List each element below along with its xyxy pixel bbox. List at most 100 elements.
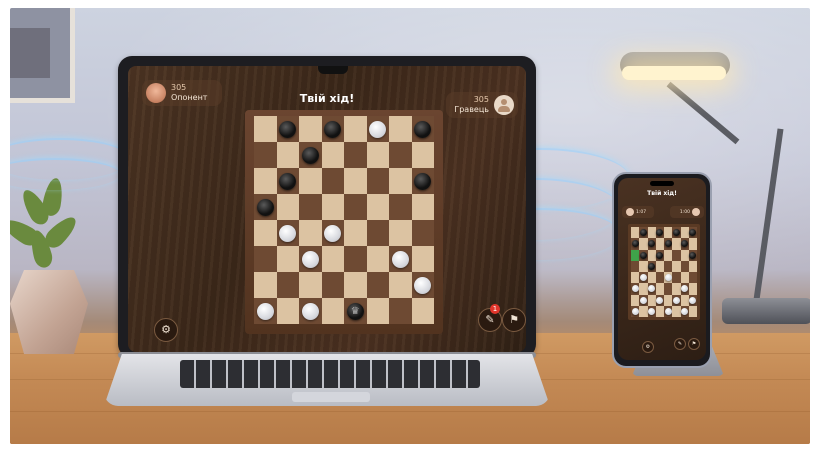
board-square[interactable] bbox=[664, 283, 673, 295]
white-piece[interactable] bbox=[639, 296, 647, 304]
black-piece[interactable] bbox=[301, 146, 319, 164]
board-square[interactable] bbox=[631, 283, 640, 295]
board-square[interactable] bbox=[411, 298, 434, 324]
board-square[interactable] bbox=[344, 142, 367, 168]
board-square[interactable] bbox=[647, 294, 656, 306]
black-piece[interactable] bbox=[631, 240, 639, 248]
settings-button[interactable]: ⚙ bbox=[154, 318, 178, 342]
board-square[interactable] bbox=[655, 249, 664, 261]
white-piece[interactable] bbox=[672, 296, 680, 304]
board-square[interactable] bbox=[389, 298, 412, 324]
board-square[interactable] bbox=[680, 272, 689, 284]
white-piece[interactable] bbox=[648, 285, 656, 293]
white-piece[interactable] bbox=[391, 250, 409, 268]
board-square[interactable] bbox=[254, 194, 277, 220]
board-square[interactable] bbox=[366, 220, 389, 246]
board-square[interactable] bbox=[647, 227, 656, 239]
white-piece[interactable] bbox=[639, 274, 647, 282]
board-square[interactable] bbox=[411, 168, 434, 194]
black-piece[interactable] bbox=[414, 120, 432, 138]
board-square[interactable] bbox=[389, 272, 412, 298]
board-square[interactable] bbox=[680, 305, 689, 317]
board-square[interactable] bbox=[299, 246, 322, 272]
black-piece[interactable] bbox=[256, 198, 274, 216]
black-piece[interactable] bbox=[656, 251, 664, 259]
board-square[interactable] bbox=[688, 238, 697, 250]
board-square[interactable] bbox=[344, 116, 367, 142]
board-square[interactable] bbox=[254, 246, 277, 272]
phone-settings-button[interactable]: ⚙ bbox=[642, 341, 654, 353]
board-square[interactable] bbox=[647, 260, 656, 272]
board-square[interactable] bbox=[688, 249, 697, 261]
board-square[interactable] bbox=[639, 260, 648, 272]
board-square[interactable] bbox=[254, 298, 277, 324]
board-square[interactable] bbox=[688, 272, 697, 284]
board-square[interactable] bbox=[299, 142, 322, 168]
board-square[interactable] bbox=[276, 220, 299, 246]
board-square[interactable] bbox=[631, 260, 640, 272]
board-square[interactable] bbox=[299, 168, 322, 194]
white-piece[interactable] bbox=[689, 296, 697, 304]
board-square[interactable] bbox=[631, 238, 640, 250]
board-square[interactable] bbox=[639, 294, 648, 306]
board-square[interactable] bbox=[655, 305, 664, 317]
phone-resign-button[interactable]: ⚑ bbox=[688, 338, 700, 350]
white-piece[interactable] bbox=[301, 302, 319, 320]
board-square[interactable] bbox=[321, 194, 344, 220]
board-square[interactable] bbox=[664, 249, 673, 261]
board-square[interactable] bbox=[631, 227, 640, 239]
board-square[interactable] bbox=[389, 168, 412, 194]
board-square[interactable] bbox=[664, 272, 673, 284]
board-square[interactable] bbox=[647, 283, 656, 295]
board-square[interactable] bbox=[672, 238, 681, 250]
board-square[interactable] bbox=[688, 260, 697, 272]
board-square[interactable] bbox=[688, 227, 697, 239]
white-piece[interactable] bbox=[301, 250, 319, 268]
board-square[interactable] bbox=[631, 249, 640, 261]
board-square[interactable] bbox=[655, 283, 664, 295]
black-king-piece[interactable] bbox=[346, 302, 364, 320]
board-square[interactable] bbox=[254, 142, 277, 168]
board-square[interactable] bbox=[366, 246, 389, 272]
black-piece[interactable] bbox=[639, 251, 647, 259]
board-square[interactable] bbox=[366, 142, 389, 168]
board-square[interactable] bbox=[321, 272, 344, 298]
board-square[interactable] bbox=[344, 298, 367, 324]
board-square[interactable] bbox=[672, 249, 681, 261]
board-square[interactable] bbox=[631, 294, 640, 306]
board-square[interactable] bbox=[321, 168, 344, 194]
board-square[interactable] bbox=[344, 246, 367, 272]
board-square[interactable] bbox=[672, 272, 681, 284]
board-square[interactable] bbox=[299, 272, 322, 298]
board-square[interactable] bbox=[639, 283, 648, 295]
board-square[interactable] bbox=[680, 249, 689, 261]
white-piece[interactable] bbox=[664, 307, 672, 315]
board-square[interactable] bbox=[655, 260, 664, 272]
board-square[interactable] bbox=[276, 168, 299, 194]
board-square[interactable] bbox=[672, 305, 681, 317]
board-square[interactable] bbox=[639, 305, 648, 317]
board-square[interactable] bbox=[411, 246, 434, 272]
board-square[interactable] bbox=[344, 220, 367, 246]
white-piece[interactable] bbox=[414, 276, 432, 294]
board-square[interactable] bbox=[321, 220, 344, 246]
board-square[interactable] bbox=[299, 194, 322, 220]
board-square[interactable] bbox=[688, 283, 697, 295]
board-square[interactable] bbox=[655, 227, 664, 239]
board-square[interactable] bbox=[389, 194, 412, 220]
board-square[interactable] bbox=[299, 220, 322, 246]
board-square[interactable] bbox=[389, 246, 412, 272]
white-piece[interactable] bbox=[324, 224, 342, 242]
board-square[interactable] bbox=[276, 298, 299, 324]
board-square[interactable] bbox=[672, 294, 681, 306]
black-piece[interactable] bbox=[689, 251, 697, 259]
board-square[interactable] bbox=[655, 294, 664, 306]
board-square[interactable] bbox=[344, 272, 367, 298]
board-square[interactable] bbox=[276, 194, 299, 220]
board-square[interactable] bbox=[664, 238, 673, 250]
black-piece[interactable] bbox=[639, 229, 647, 237]
board-square[interactable] bbox=[321, 246, 344, 272]
board-square[interactable] bbox=[366, 168, 389, 194]
black-piece[interactable] bbox=[324, 120, 342, 138]
board-square[interactable] bbox=[672, 260, 681, 272]
